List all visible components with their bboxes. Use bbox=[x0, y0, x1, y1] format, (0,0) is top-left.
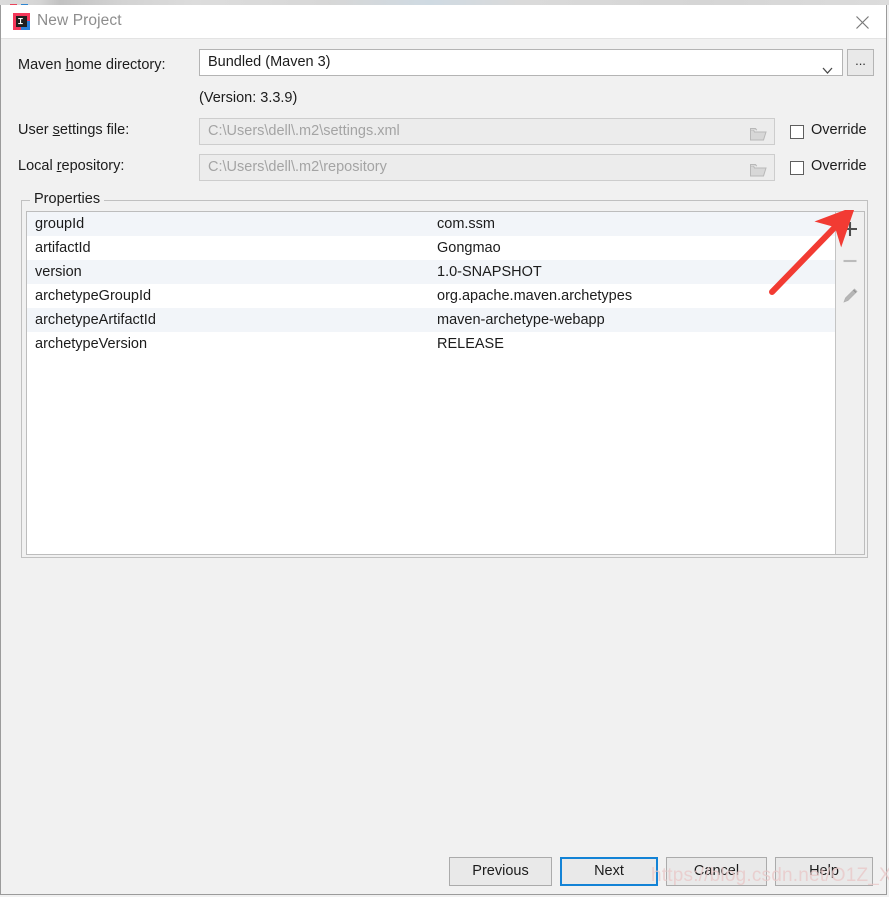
edit-property-button[interactable] bbox=[836, 280, 864, 310]
previous-button[interactable]: Previous bbox=[449, 857, 552, 886]
cancel-button[interactable]: Cancel bbox=[666, 857, 767, 886]
property-key: version bbox=[35, 264, 82, 280]
property-value: maven-archetype-webapp bbox=[437, 312, 605, 328]
property-value: Gongmao bbox=[437, 240, 501, 256]
table-row[interactable]: version 1.0-SNAPSHOT bbox=[27, 260, 837, 284]
user-settings-override-label: Override bbox=[811, 122, 867, 138]
checkbox-box bbox=[790, 161, 804, 175]
properties-table[interactable]: groupId com.ssm artifactId Gongmao version 1.… bbox=[26, 211, 865, 555]
local-repository-label: Local repository: bbox=[18, 158, 125, 174]
table-row[interactable]: archetypeArtifactId maven-archetype-webap… bbox=[27, 308, 837, 332]
folder-icon[interactable] bbox=[750, 161, 767, 177]
remove-property-button[interactable] bbox=[836, 246, 864, 276]
title-bar: New Project bbox=[1, 5, 886, 39]
folder-icon[interactable] bbox=[750, 125, 767, 141]
maven-home-directory-combobox[interactable]: Bundled (Maven 3) bbox=[199, 49, 843, 76]
property-value: 1.0-SNAPSHOT bbox=[437, 264, 542, 280]
intellij-idea-icon bbox=[13, 13, 30, 30]
property-value: org.apache.maven.archetypes bbox=[437, 288, 633, 304]
properties-group-title: Properties bbox=[30, 191, 105, 207]
property-key: archetypeGroupId bbox=[35, 288, 152, 304]
property-key: archetypeArtifactId bbox=[35, 312, 156, 328]
table-row[interactable]: archetypeGroupId org.apache.maven.archety… bbox=[27, 284, 837, 308]
property-key: archetypeVersion bbox=[35, 336, 148, 352]
properties-table-body: groupId com.ssm artifactId Gongmao version 1.… bbox=[27, 212, 837, 356]
help-button[interactable]: Help bbox=[775, 857, 873, 886]
new-project-dialog: New Project Maven home directory: Bundle… bbox=[0, 5, 889, 895]
maven-version-note: (Version: 3.3.9) bbox=[199, 90, 298, 106]
maven-home-directory-value: Bundled (Maven 3) bbox=[208, 54, 331, 70]
property-key: artifactId bbox=[35, 240, 91, 256]
checkbox-box bbox=[790, 125, 804, 139]
table-row[interactable]: artifactId Gongmao bbox=[27, 236, 837, 260]
dialog-title: New Project bbox=[37, 12, 122, 29]
property-value: com.ssm bbox=[437, 216, 495, 232]
close-icon[interactable] bbox=[840, 5, 886, 38]
property-key: groupId bbox=[35, 216, 85, 232]
properties-toolbar bbox=[835, 212, 864, 554]
maven-home-browse-button[interactable]: ... bbox=[847, 49, 874, 76]
property-value: RELEASE bbox=[437, 336, 504, 352]
user-settings-file-value: C:\Users\dell\.m2\settings.xml bbox=[208, 123, 400, 139]
properties-group: Properties groupId com.ssm artifactId Gongm… bbox=[21, 191, 868, 558]
add-property-button[interactable] bbox=[836, 214, 864, 244]
local-repository-value: C:\Users\dell\.m2\repository bbox=[208, 159, 387, 175]
maven-home-directory-label: Maven home directory: bbox=[18, 57, 166, 73]
user-settings-file-label: User settings file: bbox=[18, 122, 130, 138]
table-row[interactable]: groupId com.ssm bbox=[27, 212, 837, 236]
table-row[interactable]: archetypeVersion RELEASE bbox=[27, 332, 837, 356]
chevron-down-icon bbox=[822, 59, 833, 84]
local-repository-input[interactable]: C:\Users\dell\.m2\repository bbox=[199, 154, 775, 181]
local-repository-override-label: Override bbox=[811, 158, 867, 174]
user-settings-file-input[interactable]: C:\Users\dell\.m2\settings.xml bbox=[199, 118, 775, 145]
next-button[interactable]: Next bbox=[560, 857, 658, 886]
